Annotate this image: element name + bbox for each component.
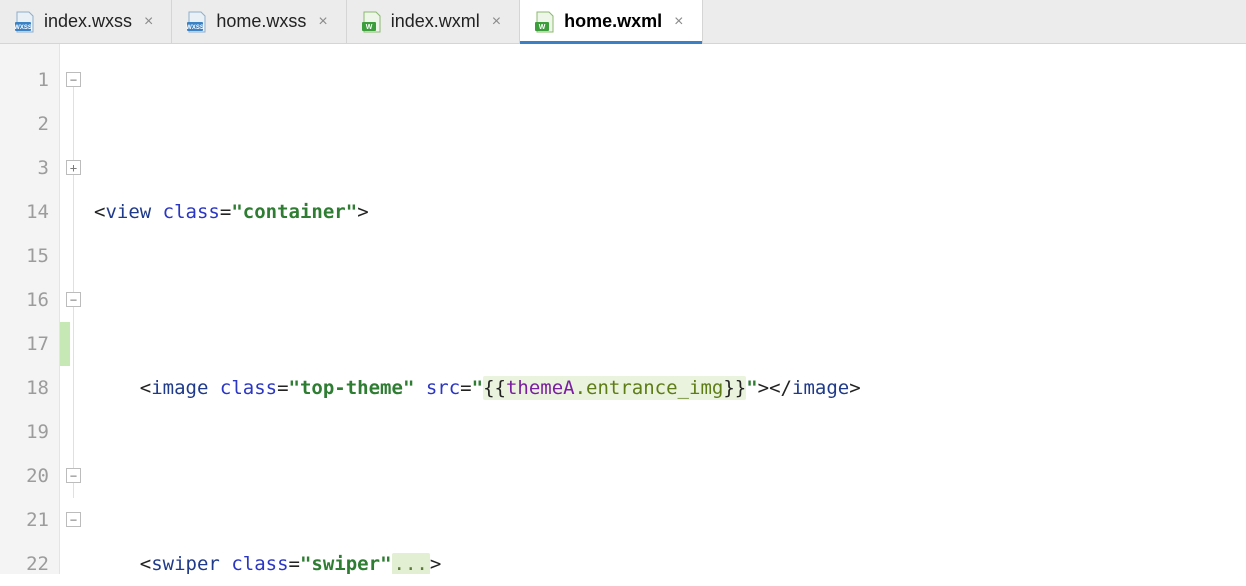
close-icon[interactable]: × xyxy=(492,13,501,31)
close-icon[interactable]: × xyxy=(318,13,327,31)
line-number: 3 xyxy=(0,146,49,190)
change-marker xyxy=(60,322,70,366)
fold-toggle-icon[interactable]: − xyxy=(66,72,81,87)
close-icon[interactable]: × xyxy=(674,13,683,31)
fold-toggle-icon[interactable]: − xyxy=(66,512,81,527)
close-icon[interactable]: × xyxy=(144,13,153,31)
svg-text:W: W xyxy=(365,24,372,31)
tab-label: home.wxss xyxy=(216,11,306,32)
svg-text:WXSS: WXSS xyxy=(14,25,32,31)
tab-bar-filler xyxy=(703,0,1246,43)
svg-text:W: W xyxy=(539,24,546,31)
line-number: 16 xyxy=(0,278,49,322)
fold-gutter: − + − − − xyxy=(60,44,90,574)
code-editor[interactable]: 1 2 3 14 15 16 17 18 19 20 21 22 − + − −… xyxy=(0,44,1246,574)
tab-label: index.wxml xyxy=(391,11,480,32)
line-number: 17 xyxy=(0,322,49,366)
tab-index-wxss[interactable]: WXSS index.wxss × xyxy=(0,0,172,43)
line-number: 22 xyxy=(0,542,49,586)
code-line: <image class="top-theme" src="{{themeA.e… xyxy=(94,366,1246,410)
code-line: <swiper class="swiper"...> xyxy=(94,542,1246,574)
editor-tab-bar: WXSS index.wxss × WXSS home.wxss × W ind… xyxy=(0,0,1246,44)
line-number: 14 xyxy=(0,190,49,234)
line-number: 2 xyxy=(0,102,49,146)
fold-toggle-icon[interactable]: + xyxy=(66,160,81,175)
folded-ellipsis[interactable]: ... xyxy=(392,553,430,574)
svg-text:WXSS: WXSS xyxy=(187,25,205,31)
tab-home-wxss[interactable]: WXSS home.wxss × xyxy=(172,0,346,43)
line-number: 15 xyxy=(0,234,49,278)
line-number: 1 xyxy=(0,58,49,102)
code-line: <view class="container"> xyxy=(94,190,1246,234)
tab-label: index.wxss xyxy=(44,11,132,32)
tab-index-wxml[interactable]: W index.wxml × xyxy=(347,0,520,43)
line-number-gutter: 1 2 3 14 15 16 17 18 19 20 21 22 xyxy=(0,44,60,574)
wxml-file-icon: W xyxy=(361,11,383,33)
fold-toggle-icon[interactable]: − xyxy=(66,468,81,483)
line-number: 19 xyxy=(0,410,49,454)
tab-label: home.wxml xyxy=(564,11,662,32)
wxml-file-icon: W xyxy=(534,11,556,33)
line-number: 21 xyxy=(0,498,49,542)
line-number: 20 xyxy=(0,454,49,498)
line-number: 18 xyxy=(0,366,49,410)
tab-home-wxml[interactable]: W home.wxml × xyxy=(520,0,702,43)
fold-toggle-icon[interactable]: − xyxy=(66,292,81,307)
wxss-file-icon: WXSS xyxy=(186,11,208,33)
wxss-file-icon: WXSS xyxy=(14,11,36,33)
code-area[interactable]: <view class="container"> <image class="t… xyxy=(90,44,1246,574)
